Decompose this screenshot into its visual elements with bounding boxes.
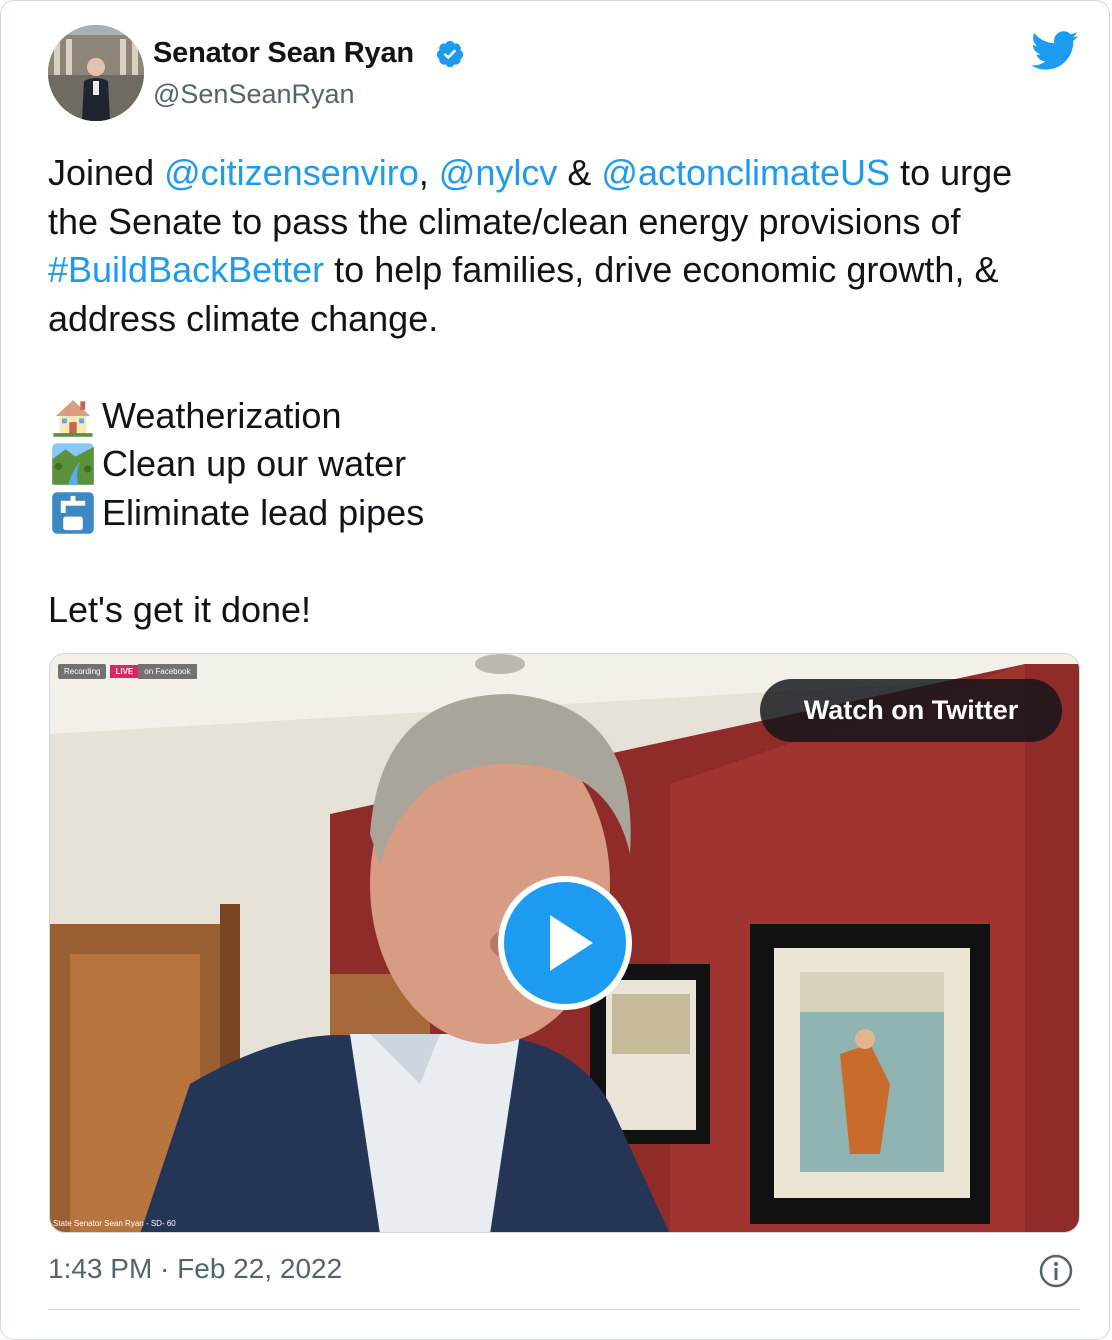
- mention-citizensenviro-link[interactable]: @citizensenviro: [164, 152, 419, 193]
- tweet-closing: Let's get it done!: [48, 588, 312, 630]
- tweet-timestamp[interactable]: 1:43 PM · Feb 22, 2022: [48, 1253, 342, 1285]
- video-player[interactable]: Recording LIVE on Facebook Watch on Twit…: [49, 653, 1080, 1233]
- tweet-card: Senator Sean Ryan @SenSeanRyan Joined @c…: [0, 0, 1110, 1340]
- list-item-label: Weatherization: [102, 394, 342, 436]
- list-item: Clean up our water: [48, 440, 1058, 489]
- separator: ,: [418, 152, 429, 193]
- mention-nylcv-link[interactable]: @nylcv: [439, 152, 558, 193]
- recording-overlay: Recording LIVE on Facebook: [58, 662, 197, 680]
- verified-badge-icon: [436, 40, 464, 68]
- info-icon[interactable]: [1038, 1253, 1074, 1289]
- house-icon: [53, 399, 93, 437]
- author-name[interactable]: Senator Sean Ryan: [153, 37, 414, 70]
- watch-on-twitter-button[interactable]: Watch on Twitter: [760, 679, 1062, 742]
- separator: &: [567, 152, 592, 193]
- list-item-label: Eliminate lead pipes: [102, 491, 425, 533]
- tweet-text: Joined @citizensenviro, @nylcv & @actonc…: [48, 149, 1058, 634]
- divider: [48, 1309, 1080, 1310]
- hashtag-buildbackbetter-link[interactable]: #BuildBackBetter: [48, 249, 324, 290]
- recording-label: Recording: [58, 663, 107, 679]
- play-icon[interactable]: [497, 875, 633, 1011]
- list-item: Weatherization: [48, 392, 1058, 441]
- tweet-intro: Joined: [48, 152, 155, 193]
- faucet-icon: [52, 491, 94, 534]
- twitter-bird-icon[interactable]: [1031, 31, 1079, 71]
- avatar[interactable]: [48, 25, 144, 121]
- platform-label: on Facebook: [138, 663, 197, 679]
- author-handle[interactable]: @SenSeanRyan: [153, 79, 355, 110]
- river-icon: [52, 443, 94, 486]
- list-item: Eliminate lead pipes: [48, 489, 1058, 538]
- list-item-label: Clean up our water: [102, 443, 407, 484]
- video-caption: State Senator Sean Ryan - SD- 60: [53, 1219, 176, 1228]
- mention-actonclimateus-link[interactable]: @actonclimateUS: [601, 152, 890, 193]
- live-badge: LIVE: [110, 664, 139, 678]
- tweet-paragraph: Joined @citizensenviro, @nylcv & @actonc…: [48, 149, 1058, 343]
